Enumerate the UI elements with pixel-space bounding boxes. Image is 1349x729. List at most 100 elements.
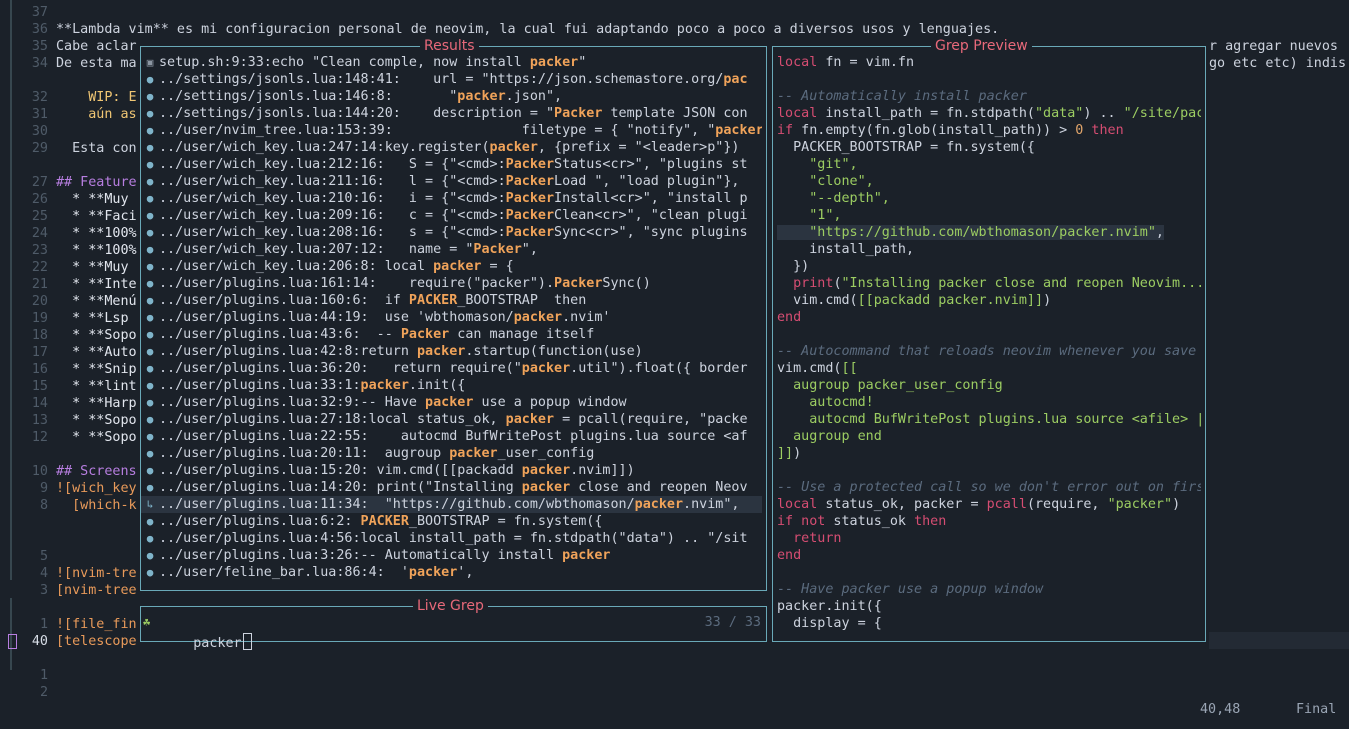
- file-icon: ●: [146, 379, 154, 392]
- result-match: PACKER: [360, 514, 409, 529]
- line-number: 8: [39, 498, 48, 513]
- preview-line: "1",: [777, 207, 1201, 224]
- result-row[interactable]: ▣ setup.sh:9:33:echo "Clean comple, now i…: [141, 54, 762, 71]
- result-row[interactable]: ● ../user/plugins.lua:44:19: use 'wbthoma…: [141, 309, 762, 326]
- code-token: then: [1083, 123, 1124, 138]
- preview-line: -- Use a protected call so we don't erro…: [777, 479, 1201, 496]
- result-match: packer: [416, 344, 466, 359]
- result-row[interactable]: ● ../user/wich_key.lua:206:8: local packe…: [141, 258, 762, 275]
- result-text: ../user/plugins.lua:15:20: vim.cmd([[pac…: [159, 463, 522, 478]
- code-token: augroup end: [777, 429, 882, 444]
- code-token: ]]: [777, 446, 794, 461]
- live-grep-title: Live Grep: [413, 597, 488, 615]
- result-match: Packer: [400, 327, 450, 342]
- live-grep-panel: Live Grep ☘ packer 33 / 33: [140, 597, 767, 651]
- preview-line: end: [777, 309, 1201, 326]
- result-row[interactable]: ● ../settings/jsonls.lua:144:20: descript…: [141, 105, 762, 122]
- result-row[interactable]: ● ../user/plugins.lua:42:8:return packer.…: [141, 343, 762, 360]
- result-row[interactable]: ● ../user/plugins.lua:160:6: if PACKER_BO…: [141, 292, 762, 309]
- file-icon: ●: [146, 328, 154, 341]
- result-text: ../user/plugins.lua:22:55: autocmd BufWr…: [159, 429, 748, 444]
- result-row[interactable]: ● ../user/wich_key.lua:207:12: name = "Pa…: [141, 241, 762, 258]
- preview-line: }): [777, 258, 1201, 275]
- line-number: 31: [31, 107, 48, 122]
- cursor-marker: [8, 634, 17, 649]
- result-match: packer: [433, 259, 482, 274]
- result-match: packer: [529, 55, 579, 70]
- preview-line: if not status_ok then: [777, 513, 1201, 530]
- file-icon: ▣: [146, 56, 154, 69]
- file-icon: ●: [146, 260, 154, 273]
- result-row[interactable]: ● ../user/plugins.lua:15:20: vim.cmd([[pa…: [141, 462, 762, 479]
- result-text: ../settings/jsonls.lua:148:41: url = "ht…: [159, 72, 724, 87]
- line-number: 26: [31, 192, 48, 207]
- result-row[interactable]: ● ../user/plugins.lua:161:14: require("pa…: [141, 275, 762, 292]
- file-icon: ●: [146, 192, 154, 205]
- result-row[interactable]: ● ../user/feline_bar.lua:86:4: 'packer',: [141, 564, 762, 581]
- result-row[interactable]: ● ../user/plugins.lua:3:26:-- Automatical…: [141, 547, 762, 564]
- line-number: [0, 157, 48, 174]
- code-token: return: [777, 531, 842, 546]
- result-row[interactable]: ● ../user/plugins.lua:43:6: -- Packer can…: [141, 326, 762, 343]
- file-icon: ●: [146, 226, 154, 239]
- result-match: packer: [513, 310, 563, 325]
- result-row[interactable]: ● ../settings/jsonls.lua:148:41: url = "h…: [141, 71, 762, 88]
- result-row[interactable]: ● ../user/nvim_tree.lua:153:39: filetype …: [141, 122, 762, 139]
- code-token: "https://github.com/wbthomason/packer.nv…: [777, 225, 1156, 240]
- buffer-line: * **Sopo: [56, 328, 137, 343]
- result-row[interactable]: ↳ ../user/plugins.lua:11:34: "https://git…: [141, 496, 762, 513]
- preview-line: [777, 462, 1201, 479]
- search-input[interactable]: packer: [161, 615, 252, 651]
- result-row[interactable]: ● ../user/plugins.lua:27:18:local status_…: [141, 411, 762, 428]
- code-token: print: [777, 276, 834, 291]
- result-row[interactable]: ● ../user/plugins.lua:32:9:-- Have packer…: [141, 394, 762, 411]
- buffer-line: ![nvim-tre: [56, 566, 137, 581]
- result-row[interactable]: ● ../user/plugins.lua:36:20: return requi…: [141, 360, 762, 377]
- result-row[interactable]: ● ../user/wich_key.lua:211:16: l = {"<cmd…: [141, 173, 762, 190]
- results-title: Results: [420, 37, 479, 55]
- result-text-tail: .nvim",: [683, 497, 740, 512]
- file-icon: ●: [146, 413, 154, 426]
- buffer-line: * **Faci: [56, 209, 137, 224]
- file-icon: ●: [146, 175, 154, 188]
- result-row[interactable]: ● ../user/wich_key.lua:209:16: c = {"<cmd…: [141, 207, 762, 224]
- result-match: Packer: [554, 106, 603, 121]
- result-row[interactable]: ● ../user/plugins.lua:33:1:packer.init({: [141, 377, 762, 394]
- line-number: 14: [31, 396, 48, 411]
- file-icon: ●: [146, 362, 154, 375]
- result-text: ../user/plugins.lua:36:20: return requir…: [159, 361, 522, 376]
- result-text-tail: Load ", "load plugin"},: [554, 174, 740, 189]
- buffer-line: ## Screens: [56, 464, 137, 479]
- result-row[interactable]: ● ../user/plugins.lua:22:55: autocmd BufW…: [141, 428, 762, 445]
- preview-line: "git",: [777, 156, 1201, 173]
- result-text-tail: Status<cr>", "plugins st: [554, 157, 748, 172]
- result-text: ../user/plugins.lua:6:2:: [159, 514, 361, 529]
- result-text-tail: use a popup window: [473, 395, 627, 410]
- line-number: 25: [31, 209, 48, 224]
- buffer-line: * **Harp: [56, 396, 137, 411]
- result-row[interactable]: ● ../user/plugins.lua:4:56:local install_…: [141, 530, 762, 547]
- buffer-line: De esta ma: [56, 56, 137, 71]
- result-row[interactable]: ● ../settings/jsonls.lua:146:8: "packer.j…: [141, 88, 762, 105]
- preview-line: [777, 564, 1201, 581]
- preview-line: "clone",: [777, 173, 1201, 190]
- buffer-line: * **Menú: [56, 294, 137, 309]
- preview-line: augroup packer_user_config: [777, 377, 1201, 394]
- file-icon: ●: [146, 566, 154, 579]
- line-number: [0, 531, 48, 548]
- result-row[interactable]: ● ../user/wich_key.lua:247:14:key.registe…: [141, 139, 762, 156]
- line-number: 5: [39, 549, 48, 564]
- code-token: ): [1172, 497, 1181, 512]
- result-row[interactable]: ● ../user/plugins.lua:20:11: augroup pack…: [141, 445, 762, 462]
- result-row[interactable]: ● ../user/wich_key.lua:208:16: s = {"<cmd…: [141, 224, 762, 241]
- line-number: 34: [31, 56, 48, 71]
- result-text: ../settings/jsonls.lua:144:20: descripti…: [159, 106, 555, 121]
- result-text: ../user/plugins.lua:43:6: --: [159, 327, 401, 342]
- result-row[interactable]: ● ../user/wich_key.lua:210:16: i = {"<cmd…: [141, 190, 762, 207]
- code-token: pcall: [986, 497, 1027, 512]
- result-row[interactable]: ● ../user/plugins.lua:6:2: PACKER_BOOTSTR…: [141, 513, 762, 530]
- line-number: 19: [31, 311, 48, 326]
- result-row[interactable]: ● ../user/wich_key.lua:212:16: S = {"<cmd…: [141, 156, 762, 173]
- file-icon: ●: [146, 464, 154, 477]
- result-row[interactable]: ● ../user/plugins.lua:14:20: print("Insta…: [141, 479, 762, 496]
